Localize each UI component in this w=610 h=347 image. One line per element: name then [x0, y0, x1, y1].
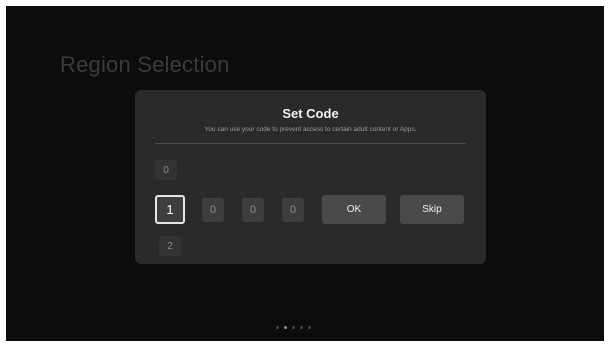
code-digit-4[interactable]: 0 [282, 198, 304, 222]
code-digit-1[interactable]: 1 [155, 195, 185, 224]
page-dot [300, 326, 303, 329]
page-dot [276, 326, 279, 329]
dialog-subtitle: You can use your code to prevent access … [204, 126, 417, 133]
page-indicator [276, 326, 311, 329]
dialog-title: Set Code [282, 106, 339, 121]
page-dot-active [284, 326, 287, 329]
ok-button[interactable]: OK [322, 195, 386, 224]
code-digit-3[interactable]: 0 [242, 198, 264, 222]
page-dot [292, 326, 295, 329]
skip-button[interactable]: Skip [400, 195, 464, 224]
dialog-divider [155, 143, 466, 144]
page-dot [308, 326, 311, 329]
digit-option-above[interactable]: 0 [155, 160, 177, 180]
page-title: Region Selection [60, 52, 230, 77]
set-code-dialog: Set Code You can use your code to preven… [135, 90, 486, 264]
digit-option-below[interactable]: 2 [159, 236, 181, 256]
code-digit-2[interactable]: 0 [202, 198, 224, 222]
tv-screen: Region Selection Set Code You can use yo… [6, 6, 604, 341]
